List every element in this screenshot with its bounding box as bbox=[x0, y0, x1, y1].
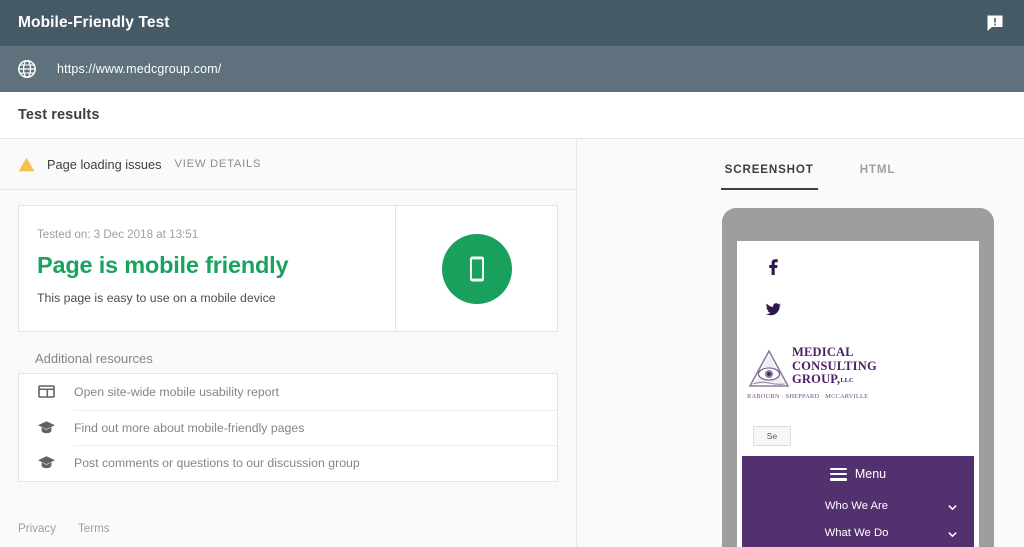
page-loading-issues-row: Page loading issues VIEW DETAILS bbox=[0, 139, 576, 190]
preview-tabs: SCREENSHOT HTML bbox=[578, 139, 1024, 190]
footer-links: Privacy Terms bbox=[18, 522, 110, 535]
page-title: Mobile-Friendly Test bbox=[18, 14, 170, 31]
globe-icon bbox=[17, 59, 37, 79]
results-left-pane: Page loading issues VIEW DETAILS Tested … bbox=[0, 139, 577, 547]
tab-screenshot[interactable]: SCREENSHOT bbox=[720, 163, 818, 190]
dashboard-report-icon bbox=[37, 382, 56, 401]
url-bar[interactable]: https://www.medcgroup.com/ bbox=[0, 46, 1024, 92]
hamburger-menu-icon bbox=[829, 467, 847, 481]
privacy-link[interactable]: Privacy bbox=[18, 522, 56, 535]
list-item-label: Post comments or questions to our discus… bbox=[74, 445, 557, 481]
menu-label: Menu bbox=[854, 467, 887, 481]
results-header: Test results bbox=[0, 92, 1024, 139]
terms-link[interactable]: Terms bbox=[78, 522, 110, 535]
list-item-label: Find out more about mobile-friendly page… bbox=[74, 409, 557, 446]
logo-suffix: LLC bbox=[840, 377, 854, 384]
twitter-icon[interactable] bbox=[765, 303, 781, 322]
warning-triangle-icon bbox=[18, 156, 35, 173]
result-card: Tested on: 3 Dec 2018 at 13:51 Page is m… bbox=[18, 205, 558, 332]
logo-line-2: CONSULTING bbox=[792, 358, 877, 373]
site-logo[interactable]: MEDICAL CONSULTING GROUP,LLC RABOURN · S… bbox=[747, 346, 897, 400]
logo-line-3: GROUP, bbox=[792, 372, 841, 386]
pyramid-eye-logo-icon bbox=[747, 346, 791, 390]
menu-item-who-we-are[interactable]: Who We Are bbox=[742, 492, 974, 519]
logo-line-1: MEDICAL bbox=[792, 345, 854, 359]
feedback-icon[interactable] bbox=[982, 10, 1008, 36]
site-menu-panel: Menu Who We Are What We Do bbox=[742, 456, 974, 547]
menu-item-what-we-do[interactable]: What We Do bbox=[742, 519, 974, 546]
list-item[interactable]: Open site-wide mobile usability report bbox=[19, 374, 557, 410]
menu-item-label: Who We Are bbox=[824, 499, 889, 512]
list-item[interactable]: Find out more about mobile-friendly page… bbox=[19, 409, 557, 446]
additional-resources-heading: Additional resources bbox=[35, 351, 153, 366]
menu-toggle[interactable]: Menu bbox=[742, 456, 974, 492]
verdict-subtext: This page is easy to use on a mobile dev… bbox=[37, 291, 276, 305]
menu-item-label: What We Do bbox=[824, 526, 889, 539]
app-header: Mobile-Friendly Test bbox=[0, 0, 1024, 46]
preview-right-pane: SCREENSHOT HTML MEDICAL CONSULTING GROUP… bbox=[578, 139, 1024, 547]
view-details-link[interactable]: VIEW DETAILS bbox=[175, 158, 262, 170]
tested-on-timestamp: Tested on: 3 Dec 2018 at 13:51 bbox=[37, 228, 199, 241]
facebook-icon[interactable] bbox=[767, 259, 779, 280]
logo-subtitle: RABOURN · SHEPPARD · MCCARVILLE bbox=[747, 393, 869, 400]
chevron-down-icon bbox=[947, 500, 958, 511]
url-text: https://www.medcgroup.com/ bbox=[57, 62, 222, 76]
list-item[interactable]: Post comments or questions to our discus… bbox=[19, 445, 557, 481]
result-card-main: Tested on: 3 Dec 2018 at 13:51 Page is m… bbox=[19, 206, 396, 331]
additional-resources-list: Open site-wide mobile usability report F… bbox=[18, 373, 558, 482]
mobile-friendly-test-page: Mobile-Friendly Test https://www.medcgro… bbox=[0, 0, 1024, 547]
search-input[interactable]: Se bbox=[753, 426, 791, 446]
mobile-phone-icon bbox=[441, 233, 512, 304]
phone-mockup: MEDICAL CONSULTING GROUP,LLC RABOURN · S… bbox=[722, 208, 994, 547]
graduation-cap-icon bbox=[37, 453, 56, 472]
issue-label: Page loading issues bbox=[47, 156, 162, 172]
list-item-label: Open site-wide mobile usability report bbox=[74, 384, 280, 399]
graduation-cap-icon bbox=[37, 418, 56, 437]
results-title: Test results bbox=[18, 107, 100, 123]
tab-html[interactable]: HTML bbox=[860, 163, 896, 190]
phone-screen-preview: MEDICAL CONSULTING GROUP,LLC RABOURN · S… bbox=[737, 241, 979, 547]
result-badge bbox=[396, 206, 557, 331]
chevron-down-icon bbox=[947, 527, 958, 538]
verdict-heading: Page is mobile friendly bbox=[37, 252, 289, 278]
